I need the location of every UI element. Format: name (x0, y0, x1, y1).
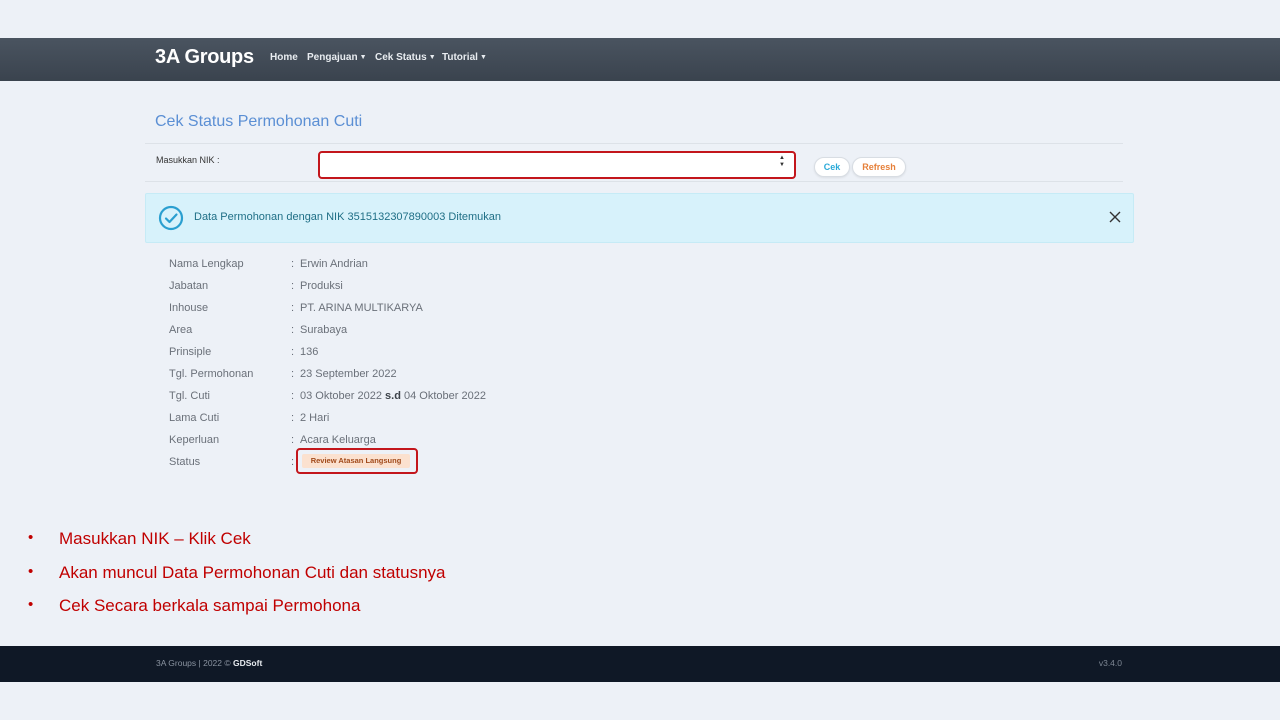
check-circle-icon (158, 205, 184, 231)
instruction-text: Akan muncul Data Permohonan Cuti dan sta… (59, 563, 446, 582)
caret-down-icon: ▼ (428, 54, 436, 61)
caret-down-icon: ▼ (359, 54, 367, 61)
detail-separator: : (291, 324, 295, 336)
nik-input-highlight: ▲ ▼ (318, 151, 796, 179)
top-navbar: 3A Groups Home Pengajuan ▼ Cek Status ▼ Tu… (0, 38, 1280, 81)
footer-copyright: 3A Groups | 2022 © GDSoft (156, 658, 262, 668)
detail-separator: : (291, 302, 295, 314)
success-alert: Data Permohonan dengan NIK 3515132307890… (145, 193, 1134, 243)
date-connector: s.d (385, 390, 401, 402)
divider (145, 181, 1123, 182)
detail-label: Area (169, 324, 193, 336)
detail-label: Tgl. Permohonan (169, 368, 254, 380)
detail-label: Nama Lengkap (169, 258, 244, 270)
page-title: Cek Status Permohonan Cuti (155, 113, 363, 130)
bullet: • (28, 529, 34, 546)
footer-brand-link[interactable]: GDSoft (233, 658, 262, 668)
refresh-button[interactable]: Refresh (852, 157, 906, 177)
bullet: • (28, 563, 34, 580)
cuti-end-date: 04 Oktober 2022 (403, 390, 486, 402)
detail-separator: : (291, 280, 295, 292)
detail-label: Keperluan (169, 434, 220, 446)
detail-label: Lama Cuti (169, 412, 220, 424)
cek-button[interactable]: Cek (814, 157, 850, 177)
detail-value: Produksi (300, 280, 343, 292)
cuti-start-date: 03 Oktober 2022 (300, 390, 382, 402)
instruction-text: Cek Secara berkala sampai Permohona (59, 596, 361, 615)
detail-value: Acara Keluarga (300, 434, 376, 446)
detail-label: Status (169, 456, 201, 468)
copyright-text: 3A Groups | 2022 © (156, 658, 231, 668)
status-badge: Review Atasan Langsung (302, 454, 410, 468)
detail-label: Tgl. Cuti (169, 390, 210, 402)
detail-value-date-range: 03 Oktober 2022 s.d 04 Oktober 2022 (300, 390, 486, 402)
detail-value: 136 (300, 346, 319, 358)
detail-separator: : (291, 346, 295, 358)
divider (145, 143, 1123, 144)
detail-label: Inhouse (169, 302, 209, 314)
detail-separator: : (291, 412, 295, 424)
detail-value: 2 Hari (300, 412, 330, 424)
instruction-text: Masukkan NIK – Klik Cek (59, 529, 251, 548)
bullet: • (28, 596, 34, 613)
detail-separator: : (291, 258, 295, 270)
brand-logo[interactable]: 3A Groups (155, 46, 254, 69)
alert-message: Data Permohonan dengan NIK 3515132307890… (194, 211, 502, 223)
detail-value: Surabaya (300, 324, 348, 336)
detail-value: 23 September 2022 (300, 368, 397, 380)
footer: 3A Groups | 2022 © GDSoft v3.4.0 (0, 646, 1280, 682)
detail-separator: : (291, 368, 295, 380)
nik-label: Masukkan NIK : (156, 155, 220, 165)
number-spinner-icon[interactable]: ▲ ▼ (778, 155, 786, 171)
status-highlight: Review Atasan Langsung (296, 448, 418, 474)
detail-separator: : (291, 456, 295, 468)
detail-label: Prinsiple (169, 346, 212, 358)
nik-input[interactable] (323, 155, 767, 173)
detail-value: Erwin Andrian (300, 258, 368, 270)
nav-cek-status[interactable]: Cek Status ▼ (375, 52, 436, 63)
nav-pengajuan[interactable]: Pengajuan ▼ (307, 52, 367, 63)
footer-version: v3.4.0 (1098, 658, 1122, 668)
detail-separator: : (291, 390, 295, 402)
nav-home[interactable]: Home (270, 52, 298, 63)
detail-label: Jabatan (169, 280, 209, 292)
close-icon[interactable] (1109, 211, 1121, 223)
detail-value: PT. ARINA MULTIKARYA (300, 302, 423, 314)
detail-separator: : (291, 434, 295, 446)
nav-tutorial[interactable]: Tutorial ▼ (442, 52, 487, 63)
caret-down-icon: ▼ (479, 54, 487, 61)
